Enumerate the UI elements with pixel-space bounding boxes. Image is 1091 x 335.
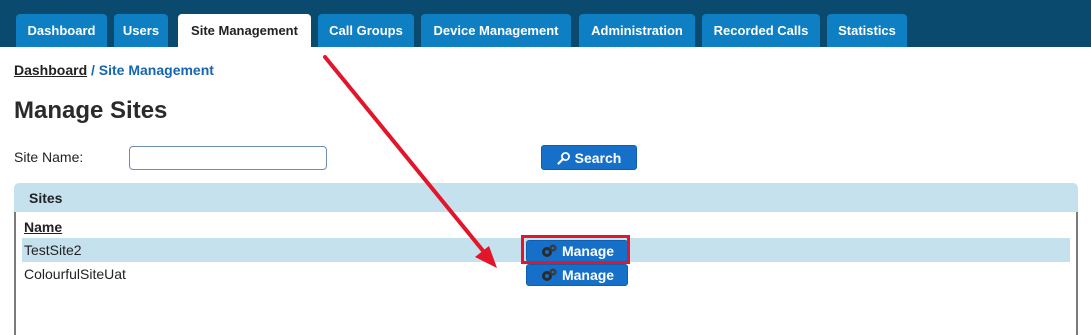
manage-button[interactable]: Manage bbox=[526, 264, 628, 286]
tab-users[interactable]: Users bbox=[114, 14, 168, 47]
search-button[interactable]: Search bbox=[541, 145, 637, 170]
manage-button-label: Manage bbox=[561, 243, 615, 259]
sites-panel-title: Sites bbox=[29, 189, 63, 206]
search-button-label: Search bbox=[574, 149, 622, 166]
page-title: Manage Sites bbox=[14, 97, 168, 124]
column-header-name[interactable]: Name bbox=[24, 219, 62, 235]
gears-icon bbox=[540, 243, 558, 259]
tab-device-management[interactable]: Device Management bbox=[421, 14, 571, 47]
tab-recorded-calls[interactable]: Recorded Calls bbox=[702, 14, 820, 47]
table-row: ColourfulSiteUat Manage bbox=[22, 262, 1070, 286]
site-name-label: Site Name: bbox=[14, 149, 84, 165]
manage-button-label: Manage bbox=[561, 267, 615, 283]
tab-site-management[interactable]: Site Management bbox=[178, 14, 311, 47]
table-row: TestSite2 Manage bbox=[22, 235, 1070, 264]
top-navigation-bar: Dashboard Users Site Management Call Gro… bbox=[0, 0, 1091, 47]
breadcrumb-separator: / bbox=[91, 62, 95, 78]
tab-administration[interactable]: Administration bbox=[579, 14, 695, 47]
site-name-input[interactable] bbox=[129, 146, 327, 170]
breadcrumb-dashboard-link[interactable]: Dashboard bbox=[14, 62, 87, 78]
tab-call-groups[interactable]: Call Groups bbox=[318, 14, 414, 47]
site-name-cell: TestSite2 bbox=[24, 242, 82, 258]
sites-panel-header: Sites bbox=[14, 183, 1078, 212]
breadcrumb-current: Site Management bbox=[98, 62, 214, 78]
manage-button[interactable]: Manage bbox=[526, 240, 628, 262]
site-name-cell: ColourfulSiteUat bbox=[24, 266, 126, 282]
tab-dashboard[interactable]: Dashboard bbox=[16, 14, 107, 47]
magnifier-icon bbox=[557, 151, 571, 165]
tab-statistics[interactable]: Statistics bbox=[827, 14, 907, 47]
gears-icon bbox=[540, 267, 558, 283]
breadcrumb: Dashboard / Site Management bbox=[14, 62, 214, 78]
